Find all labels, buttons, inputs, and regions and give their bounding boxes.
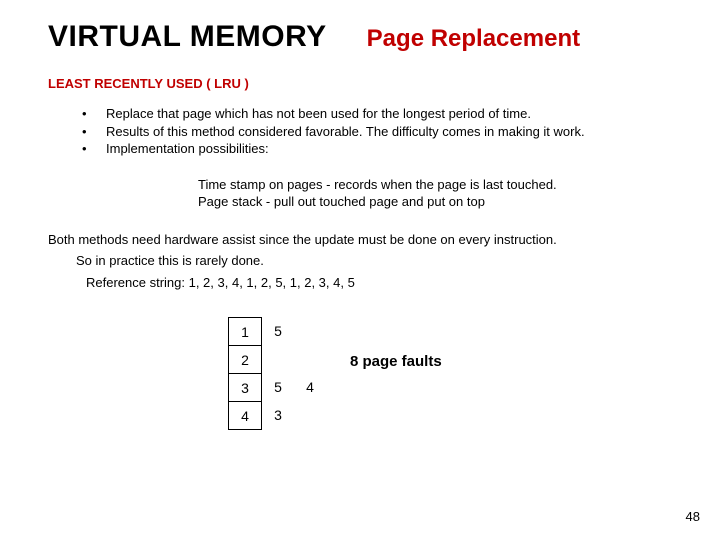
frame-cell — [294, 345, 326, 373]
bullet-list: Replace that page which has not been use… — [82, 105, 662, 158]
section-heading: LEAST RECENTLY USED ( LRU ) — [48, 76, 672, 91]
sub-item: Time stamp on pages - records when the p… — [198, 176, 672, 194]
frame-cell: 3 — [229, 374, 261, 402]
frame-cell: 4 — [294, 373, 326, 401]
bullet-item: Replace that page which has not been use… — [82, 105, 662, 123]
frame-cell — [262, 345, 294, 373]
title-main: VIRTUAL MEMORY — [48, 20, 327, 54]
frame-cell: 2 — [229, 346, 261, 374]
frame-cell: 5 — [262, 373, 294, 401]
frame-table: 1 2 3 4 5 5 3 4 8 page faults — [228, 317, 672, 430]
frame-cell — [294, 401, 326, 429]
frame-cell — [294, 317, 326, 345]
slide-header: VIRTUAL MEMORY Page Replacement — [48, 20, 672, 54]
frame-column: 5 5 3 — [262, 317, 294, 429]
paragraph-line: Both methods need hardware assist since … — [48, 231, 672, 249]
paragraph-line: So in practice this is rarely done. — [76, 252, 672, 270]
frame-cell: 1 — [229, 318, 261, 346]
frame-cell: 5 — [262, 317, 294, 345]
frame-column: 4 — [294, 317, 326, 429]
implementation-sublist: Time stamp on pages - records when the p… — [198, 176, 672, 211]
bullet-item: Results of this method considered favora… — [82, 123, 662, 141]
frame-cell: 3 — [262, 401, 294, 429]
page-faults-label: 8 page faults — [350, 353, 442, 370]
reference-string: Reference string: 1, 2, 3, 4, 1, 2, 5, 1… — [86, 274, 672, 292]
sub-item: Page stack - pull out touched page and p… — [198, 193, 672, 211]
page-number: 48 — [686, 509, 700, 524]
bullet-item: Implementation possibilities: — [82, 140, 662, 158]
frame-cell: 4 — [229, 402, 261, 430]
frame-column-boxed: 1 2 3 4 — [228, 317, 262, 430]
title-sub: Page Replacement — [367, 25, 580, 53]
